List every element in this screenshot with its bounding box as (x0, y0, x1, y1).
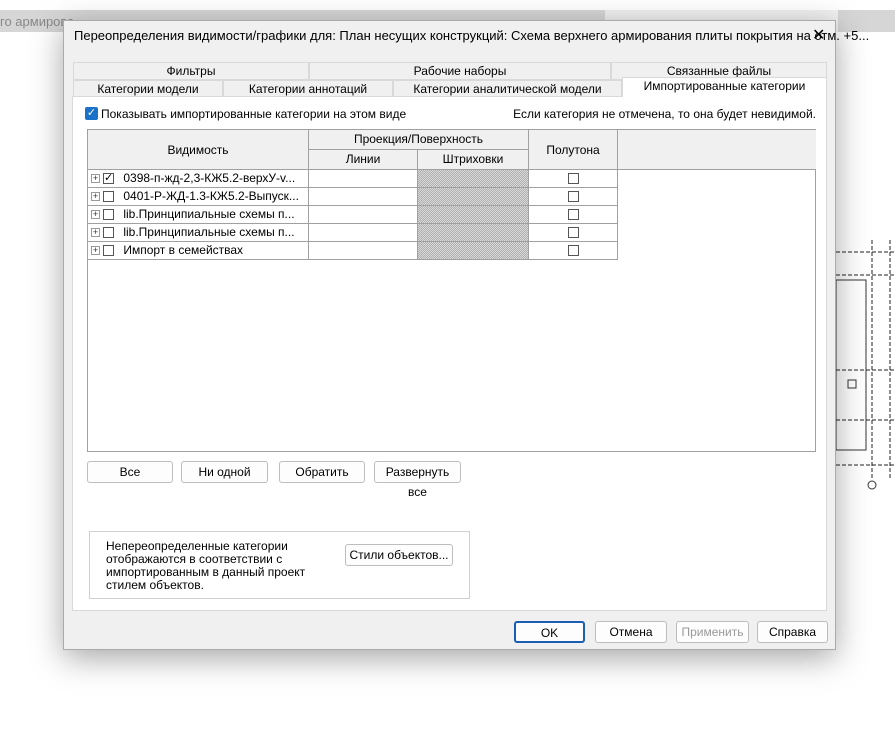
checkmark-icon: ✓ (85, 107, 98, 120)
table-row: + 0401-Р-ЖД-1.3-КЖ5.2-Выпуск... (88, 188, 618, 206)
halftone-cell (529, 206, 618, 224)
tab-filters[interactable]: Фильтры (73, 62, 309, 80)
tab-worksets[interactable]: Рабочие наборы (309, 62, 611, 80)
hint-text: Если категория не отмечена, то она будет… (513, 107, 816, 121)
visibility-checkbox[interactable] (103, 227, 114, 239)
background-drawing (830, 240, 895, 490)
expand-icon[interactable]: + (91, 210, 100, 220)
hatch-cell (418, 206, 529, 224)
visibility-checkbox[interactable] (103, 209, 114, 221)
visibility-cell: + Импорт в семействах (88, 242, 309, 260)
halftone-checkbox[interactable] (567, 209, 579, 221)
table-row: + lib.Принципиальные схемы п... (88, 206, 618, 224)
halftone-checkbox[interactable] (567, 173, 579, 185)
header-empty (618, 130, 816, 170)
header-visibility[interactable]: Видимость (88, 130, 309, 170)
lines-cell[interactable] (309, 242, 418, 260)
visibility-cell: + lib.Принципиальные схемы п... (88, 224, 309, 242)
expand-icon[interactable]: + (91, 246, 100, 256)
expand-all-button[interactable]: Развернуть все (374, 461, 461, 499)
table-row: + Импорт в семействах (88, 242, 618, 260)
object-styles-group: Непереопределенные категории отображаютс… (89, 531, 470, 599)
halftone-cell (529, 242, 618, 260)
visibility-checkbox[interactable] (103, 191, 114, 203)
visibility-graphics-dialog: Переопределения видимости/графики для: П… (63, 20, 869, 650)
table-row: + lib.Принципиальные схемы п... (88, 224, 618, 242)
tab-imported-categories[interactable]: Импортированные категории (622, 77, 827, 97)
visibility-checkbox[interactable] (103, 170, 114, 187)
hatch-cell (418, 188, 529, 206)
header-lines[interactable]: Линии (309, 150, 418, 170)
category-name: 0401-Р-ЖД-1.3-КЖ5.2-Выпуск... (123, 189, 299, 203)
table-row: + 0398-п-жд-2,3-КЖ5.2-верхУ-v... (88, 170, 618, 188)
help-button[interactable]: Справка (757, 621, 828, 643)
apply-button[interactable]: Применить (676, 621, 749, 643)
lines-cell[interactable] (309, 188, 418, 206)
header-projection-surface: Проекция/Поверхность (309, 130, 529, 150)
visibility-cell: + lib.Принципиальные схемы п... (88, 206, 309, 224)
imported-categories-panel: ✓ Показывать импортированные категории н… (72, 96, 827, 611)
halftone-cell (529, 188, 618, 206)
halftone-checkbox[interactable] (567, 227, 579, 239)
lines-cell[interactable] (309, 224, 418, 242)
category-name: lib.Принципиальные схемы п... (123, 225, 295, 239)
object-styles-button[interactable]: Стили объектов... (345, 544, 453, 566)
categories-grid: Видимость Проекция/Поверхность Линии Штр… (87, 129, 816, 452)
group-description: Непереопределенные категории отображаютс… (106, 539, 306, 592)
expand-icon[interactable]: + (91, 192, 100, 202)
invert-button[interactable]: Обратить (279, 461, 365, 483)
halftone-cell (529, 170, 618, 188)
halftone-checkbox[interactable] (567, 191, 579, 203)
halftone-cell (529, 224, 618, 242)
hatch-cell (418, 224, 529, 242)
visibility-checkbox[interactable] (103, 245, 114, 257)
visibility-cell: + 0398-п-жд-2,3-КЖ5.2-верхУ-v... (88, 170, 309, 188)
show-imported-label: Показывать импортированные категории на … (101, 107, 407, 121)
ok-button[interactable]: OK (514, 621, 585, 643)
visibility-cell: + 0401-Р-ЖД-1.3-КЖ5.2-Выпуск... (88, 188, 309, 206)
category-name: 0398-п-жд-2,3-КЖ5.2-верхУ-v... (123, 171, 296, 185)
hatch-cell (418, 170, 529, 188)
header-hatch[interactable]: Штриховки (418, 150, 529, 170)
expand-icon[interactable]: + (91, 174, 100, 184)
header-halftone[interactable]: Полутона (529, 130, 618, 170)
hatch-cell (418, 242, 529, 260)
category-name: Импорт в семействах (123, 243, 244, 257)
select-all-button[interactable]: Все (87, 461, 173, 483)
halftone-checkbox[interactable] (567, 245, 579, 257)
cancel-button[interactable]: Отмена (595, 621, 667, 643)
category-name: lib.Принципиальные схемы п... (123, 207, 295, 221)
expand-icon[interactable]: + (91, 228, 100, 238)
select-none-button[interactable]: Ни одной (181, 461, 268, 483)
lines-cell[interactable] (309, 170, 418, 188)
lines-cell[interactable] (309, 206, 418, 224)
close-icon[interactable]: ✕ (812, 25, 825, 45)
dialog-title: Переопределения видимости/графики для: П… (74, 28, 870, 43)
